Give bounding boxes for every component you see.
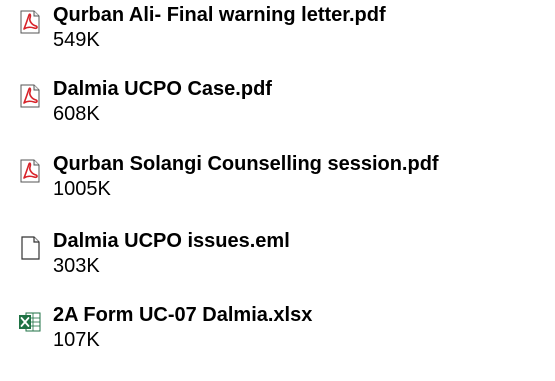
attachment-item[interactable]: Dalmia UCPO Case.pdf 608K <box>18 77 548 139</box>
attachment-filesize: 107K <box>53 329 100 351</box>
pdf-icon <box>18 10 42 34</box>
attachment-filesize: 303K <box>53 255 100 277</box>
attachment-item[interactable]: 2A Form UC-07 Dalmia.xlsx 107K <box>18 303 548 365</box>
attachment-item[interactable]: Dalmia UCPO issues.eml 303K <box>18 229 548 291</box>
generic-file-icon <box>18 236 42 260</box>
attachment-filename[interactable]: 2A Form UC-07 Dalmia.xlsx <box>53 303 312 327</box>
attachment-filesize: 1005K <box>53 178 111 200</box>
attachment-filename[interactable]: Qurban Ali- Final warning letter.pdf <box>53 3 386 27</box>
attachment-filesize: 608K <box>53 103 100 125</box>
attachment-item[interactable]: Qurban Solangi Counselling session.pdf 1… <box>18 152 548 214</box>
attachment-list: Qurban Ali- Final warning letter.pdf 549… <box>0 0 555 381</box>
attachment-filename[interactable]: Dalmia UCPO Case.pdf <box>53 77 272 101</box>
attachment-filename[interactable]: Dalmia UCPO issues.eml <box>53 229 290 253</box>
attachment-item[interactable]: Qurban Ali- Final warning letter.pdf 549… <box>18 3 548 65</box>
pdf-icon <box>18 84 42 108</box>
attachment-filesize: 549K <box>53 29 100 51</box>
excel-icon <box>18 310 42 334</box>
pdf-icon <box>18 159 42 183</box>
attachment-filename[interactable]: Qurban Solangi Counselling session.pdf <box>53 152 439 176</box>
